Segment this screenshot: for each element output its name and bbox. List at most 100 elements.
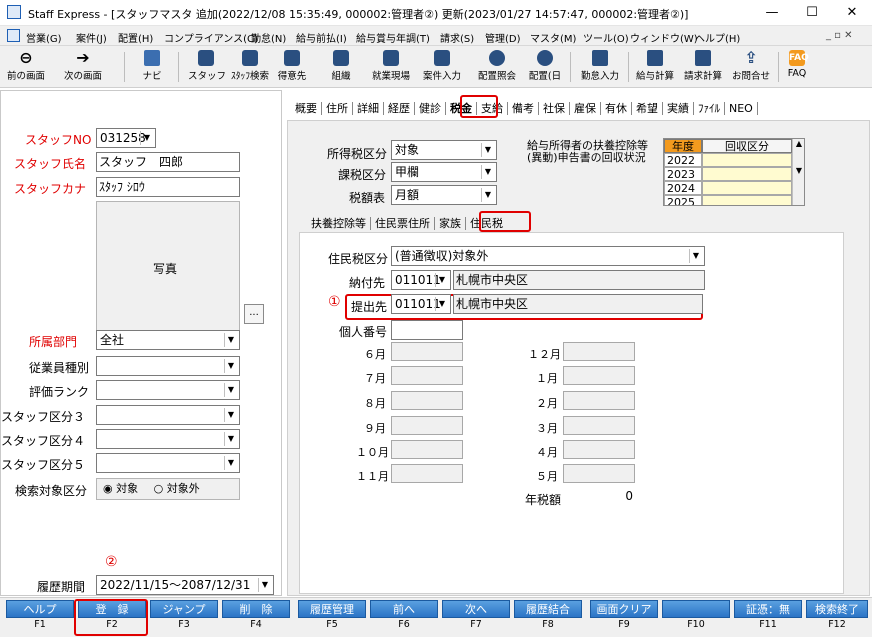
emp-type-select[interactable]: ▼ bbox=[96, 356, 240, 376]
month-amount-field[interactable] bbox=[391, 391, 463, 410]
kubun3-select[interactable]: ▼ bbox=[96, 405, 240, 425]
prev-screen-button[interactable]: ⊖ 前の画面 bbox=[4, 48, 48, 86]
month-amount-field[interactable] bbox=[391, 440, 463, 459]
mdi-controls[interactable]: _ ▫ ✕ bbox=[826, 30, 853, 41]
f11-voucher-button[interactable]: 証憑：無 F11 bbox=[734, 600, 802, 634]
period-select[interactable]: 2022/11/15～2087/12/31 ▼ bbox=[96, 575, 274, 595]
next-screen-button[interactable]: ➔ 次の画面 bbox=[54, 48, 112, 86]
minimize-button[interactable]: — bbox=[752, 0, 792, 26]
menu-master[interactable]: マスタ(M) bbox=[530, 30, 576, 45]
staff-search-button[interactable]: ｽﾀｯﾌ検索 bbox=[228, 48, 272, 86]
inquiry-button[interactable]: ⇪ お問合せ bbox=[728, 48, 774, 86]
photo-area[interactable]: 写真 bbox=[96, 201, 240, 341]
worksite-button[interactable]: 就業現場 bbox=[368, 48, 414, 86]
menu-maebarai[interactable]: 給与前払(I) bbox=[296, 30, 347, 45]
submit-code-select[interactable]: 011011 ▼ bbox=[391, 294, 451, 314]
income-tax-select[interactable]: 対象 ▼ bbox=[391, 140, 497, 160]
f12-end-search-button[interactable]: 検索終了 F12 bbox=[806, 600, 868, 634]
menu-kyuyo[interactable]: 給与賞与年調(T) bbox=[356, 30, 430, 45]
tab-detail[interactable]: 詳細 bbox=[353, 102, 384, 115]
f5-history-button[interactable]: 履歴管理 F5 bbox=[298, 600, 366, 634]
staff-name-field[interactable]: スタッフ 四郎 bbox=[96, 152, 240, 172]
tab-file[interactable]: ﾌｧｲﾙ bbox=[694, 102, 725, 115]
month-amount-field[interactable] bbox=[563, 366, 635, 385]
month-amount-field[interactable] bbox=[391, 464, 463, 483]
kubun5-select[interactable]: ▼ bbox=[96, 453, 240, 473]
navi-button[interactable]: ナビ bbox=[136, 48, 168, 86]
faq-button[interactable]: FAQ FAQ bbox=[782, 48, 812, 86]
payee-code-select[interactable]: 011011 ▼ bbox=[391, 270, 451, 290]
tab-checkup[interactable]: 健診 bbox=[415, 102, 446, 115]
grid-status[interactable] bbox=[702, 167, 792, 181]
tab-overview[interactable]: 概要 bbox=[291, 102, 322, 115]
tab-address[interactable]: 住所 bbox=[322, 102, 353, 115]
f3-jump-button[interactable]: ジャンプ F3 bbox=[150, 600, 218, 634]
staff-no-select[interactable]: 031258 ▼ bbox=[96, 128, 156, 148]
menu-tool[interactable]: ツール(O) bbox=[583, 30, 629, 45]
month-amount-field[interactable] bbox=[563, 440, 635, 459]
subtab-family[interactable]: 家族 bbox=[435, 217, 466, 230]
radio-non-target[interactable]: ○ 対象外 bbox=[154, 482, 200, 495]
kintai-input-button[interactable]: 勤怠入力 bbox=[574, 48, 626, 86]
month-amount-field[interactable] bbox=[563, 342, 635, 361]
radio-target[interactable]: ◉ 対象 bbox=[103, 482, 138, 495]
haichi-day-button[interactable]: 配置(日 bbox=[524, 48, 566, 86]
upload-icon: ⇪ bbox=[744, 48, 758, 67]
maximize-button[interactable]: ☐ bbox=[792, 0, 832, 26]
photo-browse-button[interactable]: ... bbox=[244, 304, 264, 324]
grid-status[interactable] bbox=[702, 195, 792, 205]
menu-haichi[interactable]: 配置(H) bbox=[118, 30, 153, 45]
menu-eigyo[interactable]: 営業(G) bbox=[26, 30, 62, 45]
anken-input-button[interactable]: 案件入力 bbox=[418, 48, 466, 86]
dept-select[interactable]: 全社 ▼ bbox=[96, 330, 240, 350]
f10-button[interactable]: F10 bbox=[662, 600, 730, 634]
f8-merge-history-button[interactable]: 履歴結合 F8 bbox=[514, 600, 582, 634]
tax-table-select[interactable]: 月額 ▼ bbox=[391, 185, 497, 205]
menu-anken[interactable]: 案件(J) bbox=[76, 30, 107, 45]
month-amount-field[interactable] bbox=[391, 342, 463, 361]
tab-notes[interactable]: 備考 bbox=[508, 102, 539, 115]
tab-employment-ins[interactable]: 雇保 bbox=[570, 102, 601, 115]
menu-help[interactable]: ヘルプ(H) bbox=[695, 30, 740, 45]
tab-social-ins[interactable]: 社保 bbox=[539, 102, 570, 115]
f4-delete-button[interactable]: 削 除 F4 bbox=[222, 600, 290, 634]
tab-neo[interactable]: NEO bbox=[725, 102, 758, 115]
month-amount-field[interactable] bbox=[563, 416, 635, 435]
close-button[interactable]: ✕ bbox=[832, 0, 872, 26]
menu-kanri[interactable]: 管理(D) bbox=[485, 30, 521, 45]
billing-calc-button[interactable]: 請求計算 bbox=[680, 48, 726, 86]
subtab-dependents[interactable]: 扶養控除等 bbox=[307, 217, 371, 230]
deduction-grid[interactable]: 年度 回収区分 2022 2023 2024 2025 ▲ ▼ bbox=[663, 138, 805, 206]
month-amount-field[interactable] bbox=[563, 391, 635, 410]
menu-window[interactable]: ウィンドウ(W) bbox=[630, 30, 698, 45]
f9-clear-button[interactable]: 画面クリア F9 bbox=[590, 600, 658, 634]
grid-status[interactable] bbox=[702, 153, 792, 167]
resident-kubun-select[interactable]: (普通徴収)対象外 ▼ bbox=[391, 246, 705, 266]
f7-next-button[interactable]: 次へ F7 bbox=[442, 600, 510, 634]
payroll-calc-button[interactable]: 給与計算 bbox=[632, 48, 678, 86]
tab-wish[interactable]: 希望 bbox=[632, 102, 663, 115]
grid-status[interactable] bbox=[702, 181, 792, 195]
subtab-resident-address[interactable]: 住民票住所 bbox=[371, 217, 435, 230]
haichi-inquiry-button[interactable]: 配置照会 bbox=[472, 48, 522, 86]
staff-kana-field[interactable]: ｽﾀｯﾌ ｼﾛｳ bbox=[96, 177, 240, 197]
f6-prev-button[interactable]: 前へ F6 bbox=[370, 600, 438, 634]
month-amount-field[interactable] bbox=[563, 464, 635, 483]
menu-kintai[interactable]: 勤怠(N) bbox=[251, 30, 286, 45]
grid-scrollbar[interactable]: ▲ ▼ bbox=[792, 139, 804, 205]
mynumber-field[interactable] bbox=[391, 320, 463, 340]
staff-button[interactable]: スタッフ bbox=[188, 48, 226, 86]
tab-record[interactable]: 実績 bbox=[663, 102, 694, 115]
tab-paid-leave[interactable]: 有休 bbox=[601, 102, 632, 115]
organization-button[interactable]: 組織 bbox=[326, 48, 356, 86]
rank-select[interactable]: ▼ bbox=[96, 380, 240, 400]
month-amount-field[interactable] bbox=[391, 416, 463, 435]
tax-class-select[interactable]: 甲欄 ▼ bbox=[391, 162, 497, 182]
menu-compliance[interactable]: コンプライアンス(C) bbox=[164, 30, 258, 45]
menu-seikyu[interactable]: 請求(S) bbox=[440, 30, 474, 45]
customer-button[interactable]: 得意先 bbox=[274, 48, 310, 86]
f1-help-button[interactable]: ヘルプ F1 bbox=[6, 600, 74, 634]
kubun4-select[interactable]: ▼ bbox=[96, 429, 240, 449]
month-amount-field[interactable] bbox=[391, 366, 463, 385]
tab-career[interactable]: 経歴 bbox=[384, 102, 415, 115]
